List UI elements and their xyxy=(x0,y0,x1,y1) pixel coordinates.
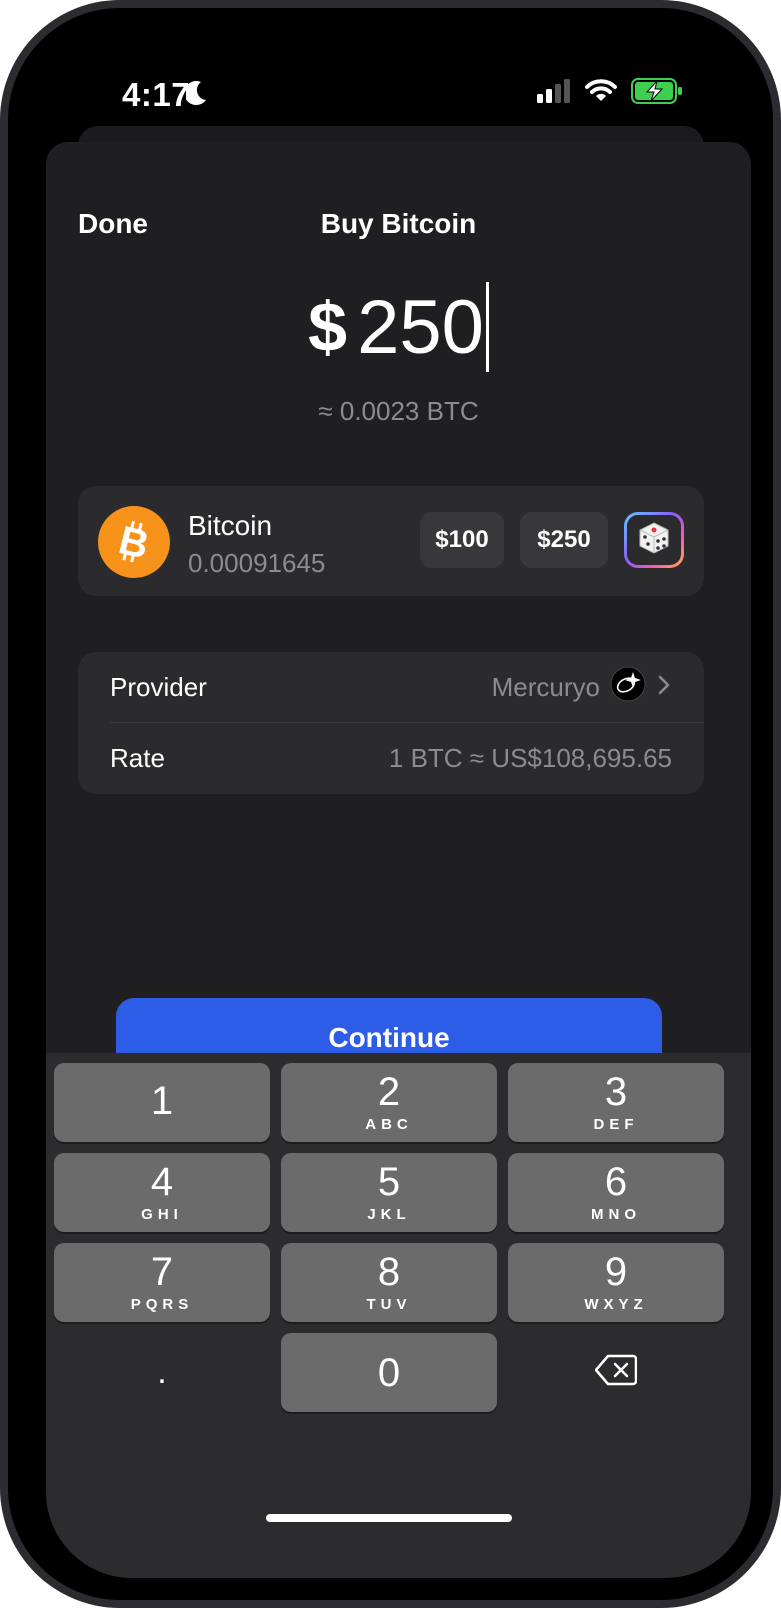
key-5[interactable]: 5 JKL xyxy=(281,1153,497,1232)
key-letters: ABC xyxy=(365,1116,413,1133)
bitcoin-logo-icon: B xyxy=(98,506,170,578)
key-letters: TUV xyxy=(366,1296,412,1313)
key-letters: GHI xyxy=(141,1206,183,1223)
provider-row[interactable]: Provider Mercuryo xyxy=(110,652,672,722)
key-digit: 4 xyxy=(150,1160,174,1204)
key-letters: MNO xyxy=(591,1206,641,1223)
key-letters: JKL xyxy=(367,1206,411,1223)
key-digit: 6 xyxy=(604,1160,628,1204)
key-8[interactable]: 8 TUV xyxy=(281,1243,497,1322)
preset-250-button[interactable]: $250 xyxy=(520,512,608,568)
key-3[interactable]: 3 DEF xyxy=(508,1063,724,1142)
buy-sheet: Done Buy Bitcoin $ 250 ≈ 0.0023 BTC B Bi… xyxy=(46,142,751,1578)
home-indicator xyxy=(266,1514,512,1522)
text-cursor xyxy=(485,282,489,372)
device-bezel: 4:17 Done Buy Bitcoin $ 250 ≈ 0.0023 BTC… xyxy=(8,8,773,1600)
device-frame: 4:17 Done Buy Bitcoin $ 250 ≈ 0.0023 BTC… xyxy=(0,0,781,1608)
provider-label: Provider xyxy=(110,671,207,702)
key-9[interactable]: 9 WXYZ xyxy=(508,1243,724,1322)
chevron-right-icon xyxy=(656,672,672,703)
quote-details: Provider Mercuryo Rate 1 BTC ≈ US$108,69… xyxy=(78,652,704,794)
key-4[interactable]: 4 GHI xyxy=(54,1153,270,1232)
key-6[interactable]: 6 MNO xyxy=(508,1153,724,1232)
key-letters: WXYZ xyxy=(584,1296,648,1313)
battery-charging-icon xyxy=(631,78,683,109)
rate-label: Rate xyxy=(110,742,165,773)
key-digit: 8 xyxy=(377,1250,401,1294)
asset-name: Bitcoin xyxy=(188,510,273,541)
key-digit: 3 xyxy=(604,1070,628,1114)
key-7[interactable]: 7 PQRS xyxy=(54,1243,270,1322)
key-1[interactable]: 1 xyxy=(54,1063,270,1142)
key-letters: PQRS xyxy=(130,1296,194,1313)
asset-card: B Bitcoin 0.00091645 $100 $250 xyxy=(78,486,704,596)
key-decimal[interactable]: . xyxy=(54,1333,270,1412)
delete-key[interactable] xyxy=(508,1333,724,1412)
random-amount-button[interactable] xyxy=(624,512,684,568)
key-digit: 1 xyxy=(150,1078,174,1123)
screen: 4:17 Done Buy Bitcoin $ 250 ≈ 0.0023 BTC… xyxy=(46,46,751,1578)
status-icons xyxy=(537,78,683,109)
key-digit: 0 xyxy=(377,1350,401,1395)
amount-input[interactable]: $ 250 xyxy=(46,282,751,372)
amount-value: 250 xyxy=(357,284,484,370)
moon-icon xyxy=(184,76,212,111)
asset-balance: 0.00091645 xyxy=(188,548,326,578)
key-letters: DEF xyxy=(593,1116,639,1133)
rate-value: 1 BTC ≈ US$108,695.65 xyxy=(388,742,672,773)
key-digit: 7 xyxy=(150,1250,174,1294)
key-2[interactable]: 2 ABC xyxy=(281,1063,497,1142)
status-time: 4:17 xyxy=(122,76,191,113)
preset-100-button[interactable]: $100 xyxy=(420,512,504,568)
key-digit: 2 xyxy=(377,1070,401,1114)
cellular-signal-icon xyxy=(537,79,571,108)
provider-value: Mercuryo xyxy=(491,671,600,702)
mercuryo-logo-icon xyxy=(610,666,646,709)
wifi-icon xyxy=(585,79,617,108)
key-digit: 5 xyxy=(377,1160,401,1204)
key-0[interactable]: 0 xyxy=(281,1333,497,1412)
key-digit: 9 xyxy=(604,1250,628,1294)
backspace-icon xyxy=(594,1354,638,1391)
btc-equivalent: ≈ 0.0023 BTC xyxy=(318,396,479,426)
dice-icon xyxy=(637,521,671,560)
rate-row: Rate 1 BTC ≈ US$108,695.65 xyxy=(110,723,672,793)
currency-symbol: $ xyxy=(308,288,348,366)
page-title: Buy Bitcoin xyxy=(320,208,477,239)
numeric-keypad: 1 2 ABC 3 DEF 4 GHI 5 JKL 6 MNO 7 PQRS 8… xyxy=(46,1053,751,1578)
